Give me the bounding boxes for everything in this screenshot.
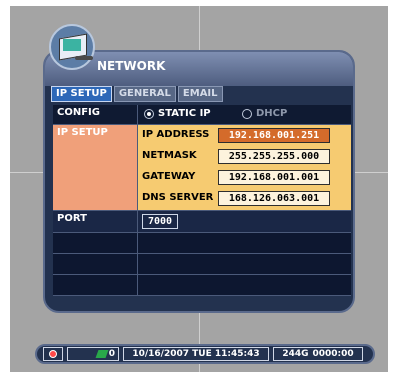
dhcp-option[interactable]: DHCP <box>242 108 287 119</box>
empty-cell-left <box>53 233 138 253</box>
tab-bar: IP SETUP GENERAL EMAIL <box>51 86 223 102</box>
dvr-screen: NETWORK IP SETUP GENERAL EMAIL CONFIG ST… <box>10 6 388 372</box>
dns-server-row: DNS SERVER 168.126.063.001 <box>138 188 351 209</box>
empty-row <box>53 275 351 296</box>
empty-cell-right <box>138 233 351 253</box>
netmask-label: NETMASK <box>142 150 197 161</box>
port-value-cell: 7000 <box>138 211 351 232</box>
dns-server-field[interactable]: 168.126.063.001 <box>218 191 330 206</box>
ip-setup-label: IP SETUP <box>53 125 138 210</box>
netmask-row: NETMASK 255.255.255.000 <box>138 146 351 167</box>
gateway-row: GATEWAY 192.168.001.001 <box>138 167 351 188</box>
static-ip-radio[interactable] <box>144 108 154 119</box>
netmask-field[interactable]: 255.255.255.000 <box>218 149 330 164</box>
disk-timer-display: 244G 0000:00 <box>273 347 363 361</box>
ip-address-label: IP ADDRESS <box>142 129 210 140</box>
empty-row <box>53 254 351 275</box>
status-bar: 0 10/16/2007 TUE 11:45:43 244G 0000:00 <box>35 344 375 364</box>
settings-table: CONFIG STATIC IP DHCP IP SETUP IP ADDRES… <box>53 105 351 296</box>
monitor-screen-shape <box>63 39 81 51</box>
empty-row <box>53 233 351 254</box>
dhcp-radio[interactable] <box>242 108 252 119</box>
empty-cell-right <box>138 275 351 295</box>
tab-ip-setup[interactable]: IP SETUP <box>51 86 112 102</box>
gateway-field[interactable]: 192.168.001.001 <box>218 170 330 185</box>
config-options: STATIC IP DHCP <box>138 105 351 124</box>
dialog-title: NETWORK <box>97 59 166 73</box>
config-row: CONFIG STATIC IP DHCP <box>53 105 351 125</box>
port-label: PORT <box>53 211 138 232</box>
static-ip-option[interactable]: STATIC IP <box>144 108 211 119</box>
network-dialog: NETWORK IP SETUP GENERAL EMAIL CONFIG ST… <box>43 24 355 313</box>
network-cable-shape <box>75 56 93 60</box>
port-field[interactable]: 7000 <box>142 214 178 229</box>
network-computer-icon <box>49 24 95 70</box>
record-icon <box>49 350 57 358</box>
ip-address-row: IP ADDRESS 192.168.001.251 <box>138 125 351 146</box>
ip-setup-row: IP SETUP IP ADDRESS 192.168.001.251 NETM… <box>53 125 351 211</box>
network-indicator: 0 <box>67 347 119 361</box>
tab-email[interactable]: EMAIL <box>177 86 223 102</box>
empty-cell-right <box>138 254 351 274</box>
gateway-label: GATEWAY <box>142 171 196 182</box>
ip-address-field[interactable]: 192.168.001.251 <box>218 128 330 143</box>
record-indicator <box>43 347 63 361</box>
tab-general[interactable]: GENERAL <box>113 86 176 102</box>
ip-setup-fields: IP ADDRESS 192.168.001.251 NETMASK 255.2… <box>138 125 351 210</box>
disk-capacity: 244G <box>282 349 309 359</box>
port-row: PORT 7000 <box>53 211 351 233</box>
empty-cell-left <box>53 254 138 274</box>
timer: 0000:00 <box>312 349 354 359</box>
config-label: CONFIG <box>53 105 138 124</box>
static-ip-label: STATIC IP <box>158 108 211 119</box>
network-status-icon <box>95 350 109 358</box>
empty-cell-left <box>53 275 138 295</box>
datetime-display: 10/16/2007 TUE 11:45:43 <box>123 347 269 361</box>
dhcp-label: DHCP <box>256 108 288 119</box>
dns-server-label: DNS SERVER <box>142 192 214 203</box>
record-count: 0 <box>108 349 115 359</box>
